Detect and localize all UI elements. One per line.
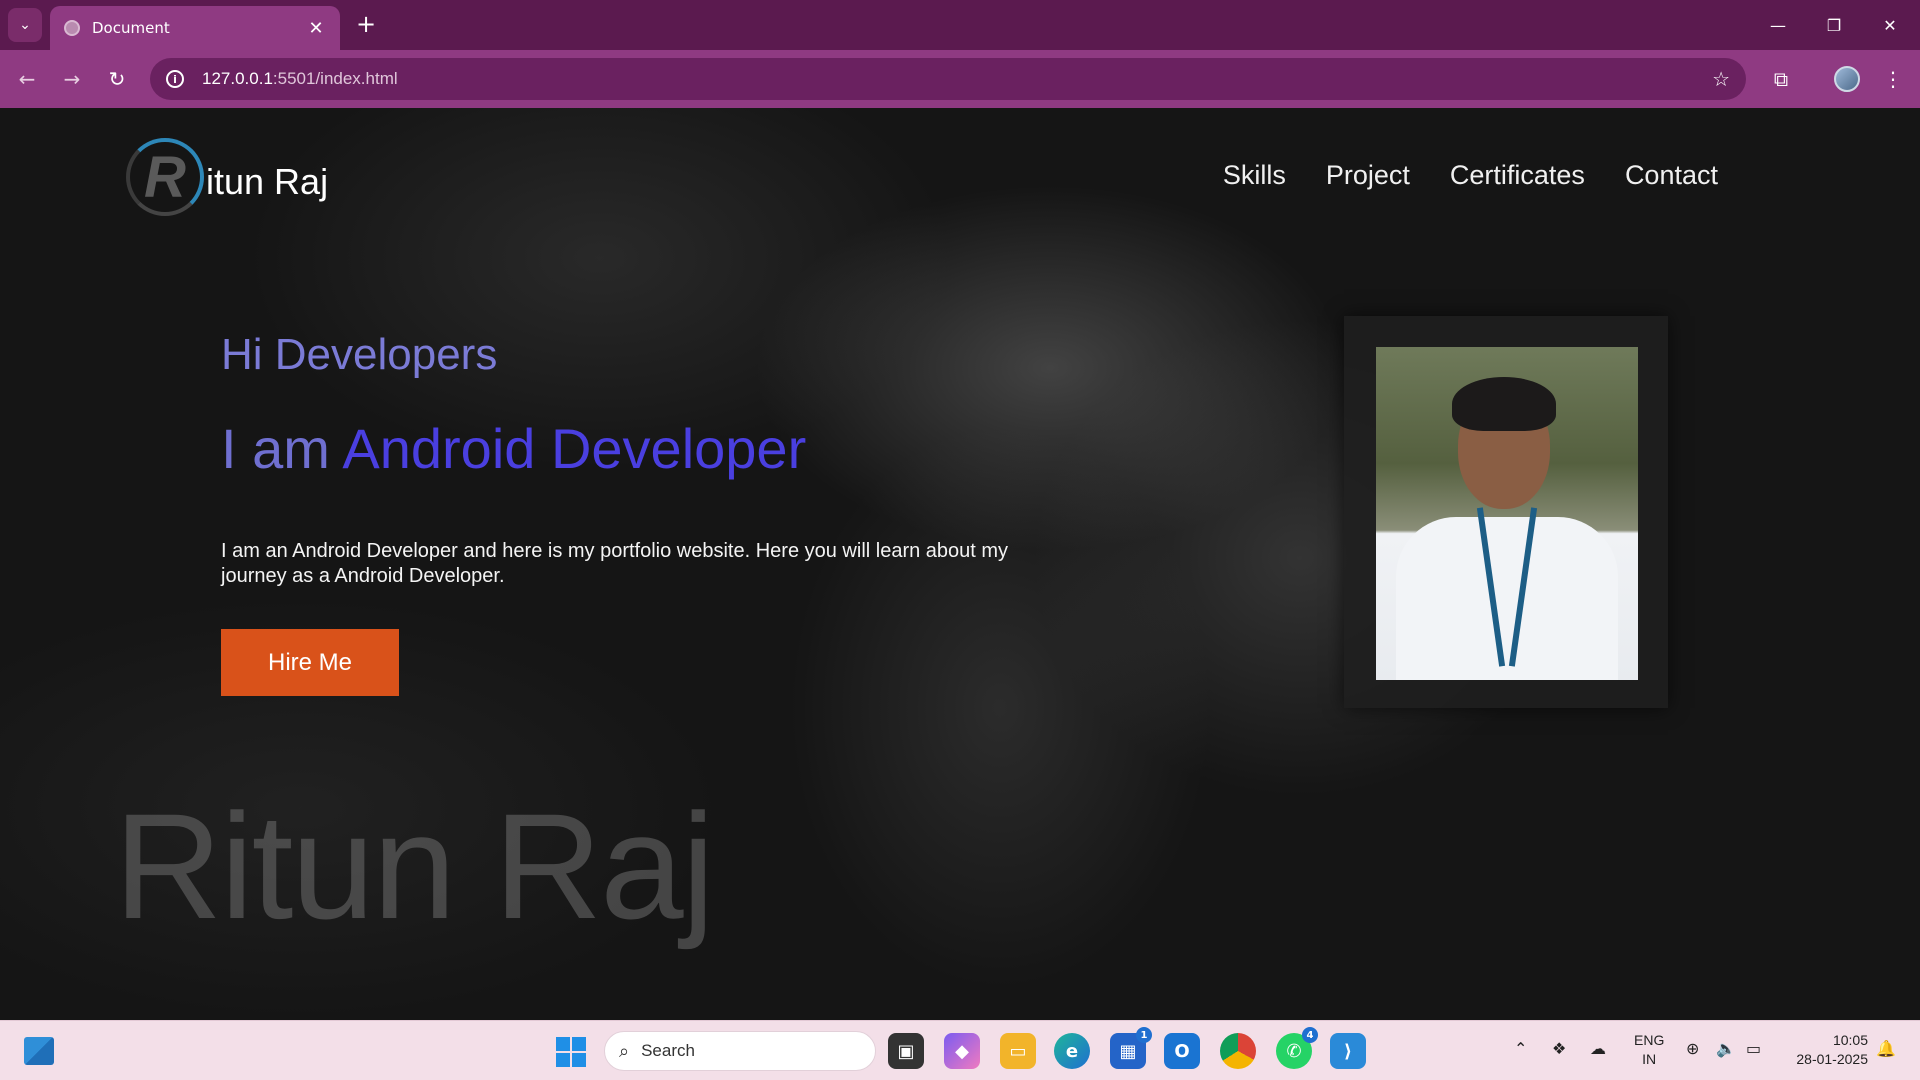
chevron-down-icon: ⌄ bbox=[19, 17, 31, 33]
chrome-icon[interactable] bbox=[1220, 1033, 1256, 1069]
role-heading: I am Android Developer bbox=[221, 417, 807, 480]
store-icon[interactable]: ▦ 1 bbox=[1110, 1027, 1152, 1069]
chevron-up-icon[interactable]: ⌃ bbox=[1514, 1039, 1527, 1058]
volume-icon[interactable]: 🔈 bbox=[1716, 1039, 1736, 1058]
close-icon[interactable]: ✕ bbox=[306, 18, 326, 39]
tab-strip: ⌄ Document ✕ + — ❐ ✕ bbox=[0, 0, 1920, 50]
task-view-icon[interactable]: ▣ bbox=[888, 1033, 924, 1069]
hire-me-button[interactable]: Hire Me bbox=[221, 629, 399, 696]
profile-photo-frame bbox=[1344, 316, 1668, 708]
greeting: Hi Developers bbox=[221, 330, 498, 379]
back-arrow-icon[interactable]: ← bbox=[10, 62, 44, 96]
widgets-icon[interactable] bbox=[24, 1037, 54, 1065]
notification-bell-icon[interactable]: 🔔 bbox=[1876, 1039, 1896, 1058]
file-explorer-icon[interactable]: ▭ bbox=[1000, 1033, 1036, 1069]
clock[interactable]: 10:05 28-01-2025 bbox=[1786, 1031, 1868, 1069]
extensions-icon[interactable]: ⧉ bbox=[1764, 62, 1798, 96]
tab-search-button[interactable]: ⌄ bbox=[8, 8, 42, 42]
search-icon: ⌕ bbox=[619, 1040, 630, 1061]
address-bar[interactable]: i 127.0.0.1:5501/index.html ☆ bbox=[150, 58, 1746, 100]
nav-contact[interactable]: Contact bbox=[1625, 160, 1718, 191]
menu-dots-icon[interactable]: ⋮ bbox=[1876, 62, 1910, 96]
hero-section: Hi Developers I am Android Developer I a… bbox=[221, 330, 1011, 696]
outlook-icon[interactable]: O bbox=[1164, 1033, 1200, 1069]
site-info-icon[interactable]: i bbox=[166, 70, 184, 88]
search-placeholder: Search bbox=[641, 1041, 695, 1060]
edge-icon[interactable]: e bbox=[1054, 1033, 1090, 1069]
language-indicator[interactable]: ENG IN bbox=[1634, 1031, 1664, 1069]
minimize-icon[interactable]: — bbox=[1750, 0, 1806, 50]
logo-text: itun Raj bbox=[206, 161, 329, 202]
dropbox-icon[interactable]: ❖ bbox=[1552, 1039, 1566, 1058]
browser-tab[interactable]: Document ✕ bbox=[50, 6, 340, 50]
background-name: Ritun Raj bbox=[114, 782, 715, 950]
profile-photo bbox=[1376, 347, 1638, 680]
taskbar: ⌕ Search ▣ ◆ ▭ e ▦ 1 O ✆ 4 ⟩ ⌃ ❖ ☁ ENG IN … bbox=[0, 1020, 1920, 1080]
main-nav: Skills Project Certificates Contact bbox=[1223, 160, 1718, 191]
logo-mark: R bbox=[126, 138, 204, 216]
globe-icon bbox=[64, 20, 80, 36]
role-highlight: Android Developer bbox=[342, 417, 807, 480]
browser-toolbar: ← → ↻ i 127.0.0.1:5501/index.html ☆ ⧉ ⋮ bbox=[0, 50, 1920, 108]
url-text: 127.0.0.1:5501/index.html bbox=[202, 69, 398, 88]
restore-icon[interactable]: ❐ bbox=[1806, 0, 1862, 50]
tab-title: Document bbox=[92, 19, 170, 37]
site-logo[interactable]: R itun Raj bbox=[126, 138, 328, 216]
new-tab-button[interactable]: + bbox=[352, 10, 380, 38]
hero-description: I am an Android Developer and here is my… bbox=[221, 540, 1009, 587]
vscode-icon[interactable]: ⟩ bbox=[1330, 1033, 1366, 1069]
portfolio-page: R itun Raj Skills Project Certificates C… bbox=[0, 108, 1920, 1020]
onedrive-icon[interactable]: ☁ bbox=[1590, 1039, 1606, 1058]
whatsapp-icon[interactable]: ✆ 4 bbox=[1276, 1027, 1318, 1069]
nav-certificates[interactable]: Certificates bbox=[1450, 160, 1585, 191]
taskbar-search[interactable]: ⌕ Search bbox=[604, 1031, 876, 1071]
battery-icon[interactable]: ▭ bbox=[1746, 1039, 1761, 1058]
nav-skills[interactable]: Skills bbox=[1223, 160, 1286, 191]
windows-start-icon[interactable] bbox=[556, 1037, 586, 1067]
profile-avatar[interactable] bbox=[1830, 62, 1864, 96]
close-window-icon[interactable]: ✕ bbox=[1862, 0, 1918, 50]
forward-arrow-icon[interactable]: → bbox=[55, 62, 89, 96]
network-icon[interactable]: ⊕ bbox=[1686, 1039, 1699, 1058]
bookmark-star-icon[interactable]: ☆ bbox=[1712, 67, 1730, 91]
copilot-icon[interactable]: ◆ bbox=[944, 1033, 980, 1069]
reload-icon[interactable]: ↻ bbox=[100, 62, 134, 96]
nav-project[interactable]: Project bbox=[1326, 160, 1410, 191]
